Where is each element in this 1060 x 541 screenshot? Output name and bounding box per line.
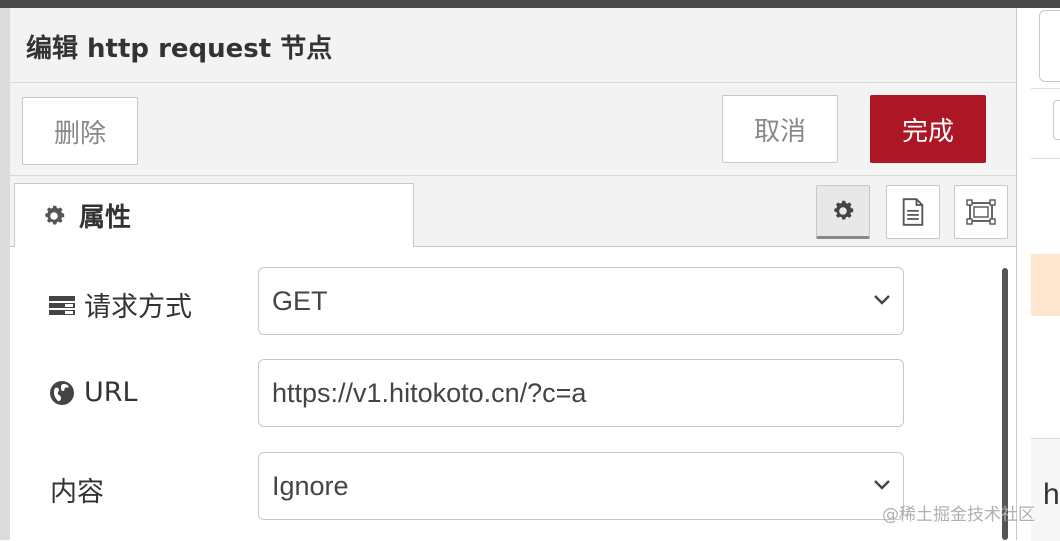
gear-icon — [45, 205, 65, 225]
gear-icon — [834, 200, 854, 220]
sidebar-partial-text: h — [1043, 478, 1060, 511]
cancel-button[interactable]: 取消 — [722, 95, 838, 163]
list-icon — [49, 295, 75, 315]
method-label-text: 请求方式 — [84, 292, 192, 323]
url-value: https://v1.hitokoto.cn/?c=a — [272, 377, 587, 408]
node-settings-button[interactable] — [816, 185, 870, 239]
tray-header: 编辑 http request 节点 — [10, 8, 1016, 83]
form-row-url: URL https://v1.hitokoto.cn/?c=a — [10, 359, 1000, 427]
url-label-text: URL — [84, 377, 138, 408]
sidebar-divider — [1031, 88, 1060, 89]
document-icon — [902, 198, 924, 226]
frame-icon — [966, 199, 996, 225]
watermark: @稀土掘金技术社区 — [882, 505, 1035, 525]
method-label: 请求方式 — [48, 285, 192, 324]
url-input[interactable]: https://v1.hitokoto.cn/?c=a — [258, 359, 904, 427]
chevron-down-icon — [874, 295, 890, 305]
url-label: URL — [48, 377, 138, 408]
payload-select[interactable]: Ignore — [258, 452, 904, 520]
tab-properties[interactable]: 属性 — [14, 183, 414, 247]
tray-toolbar: 删除 取消 完成 — [10, 83, 1016, 176]
form-row-payload: 内容 Ignore — [10, 452, 1000, 520]
chevron-down-icon — [874, 480, 890, 490]
method-value: GET — [272, 285, 328, 316]
left-edge — [0, 8, 10, 540]
sidebar-button[interactable] — [1053, 100, 1060, 140]
node-description-button[interactable] — [886, 185, 940, 239]
form-row-method: 请求方式 GET — [10, 267, 1000, 335]
sidebar-divider — [1031, 158, 1060, 159]
sidebar-highlight-row — [1031, 254, 1060, 316]
method-select[interactable]: GET — [258, 267, 904, 335]
node-appearance-button[interactable] — [954, 185, 1008, 239]
tab-properties-label: 属性 — [79, 203, 132, 233]
sidebar-input[interactable] — [1039, 10, 1060, 82]
properties-form: 请求方式 GET URL https://v1.hitokoto.cn/?c=a… — [10, 247, 1016, 540]
payload-label-text: 内容 — [50, 477, 104, 508]
right-sidebar: h — [1017, 8, 1060, 541]
tray-title: 编辑 http request 节点 — [26, 34, 333, 64]
payload-value: Ignore — [272, 470, 349, 501]
payload-label: 内容 — [50, 470, 104, 509]
top-bar — [0, 0, 1060, 8]
tab-bar: 属性 — [10, 176, 1016, 247]
delete-button[interactable]: 删除 — [22, 97, 138, 165]
done-button[interactable]: 完成 — [870, 95, 986, 163]
globe-icon — [50, 380, 74, 405]
